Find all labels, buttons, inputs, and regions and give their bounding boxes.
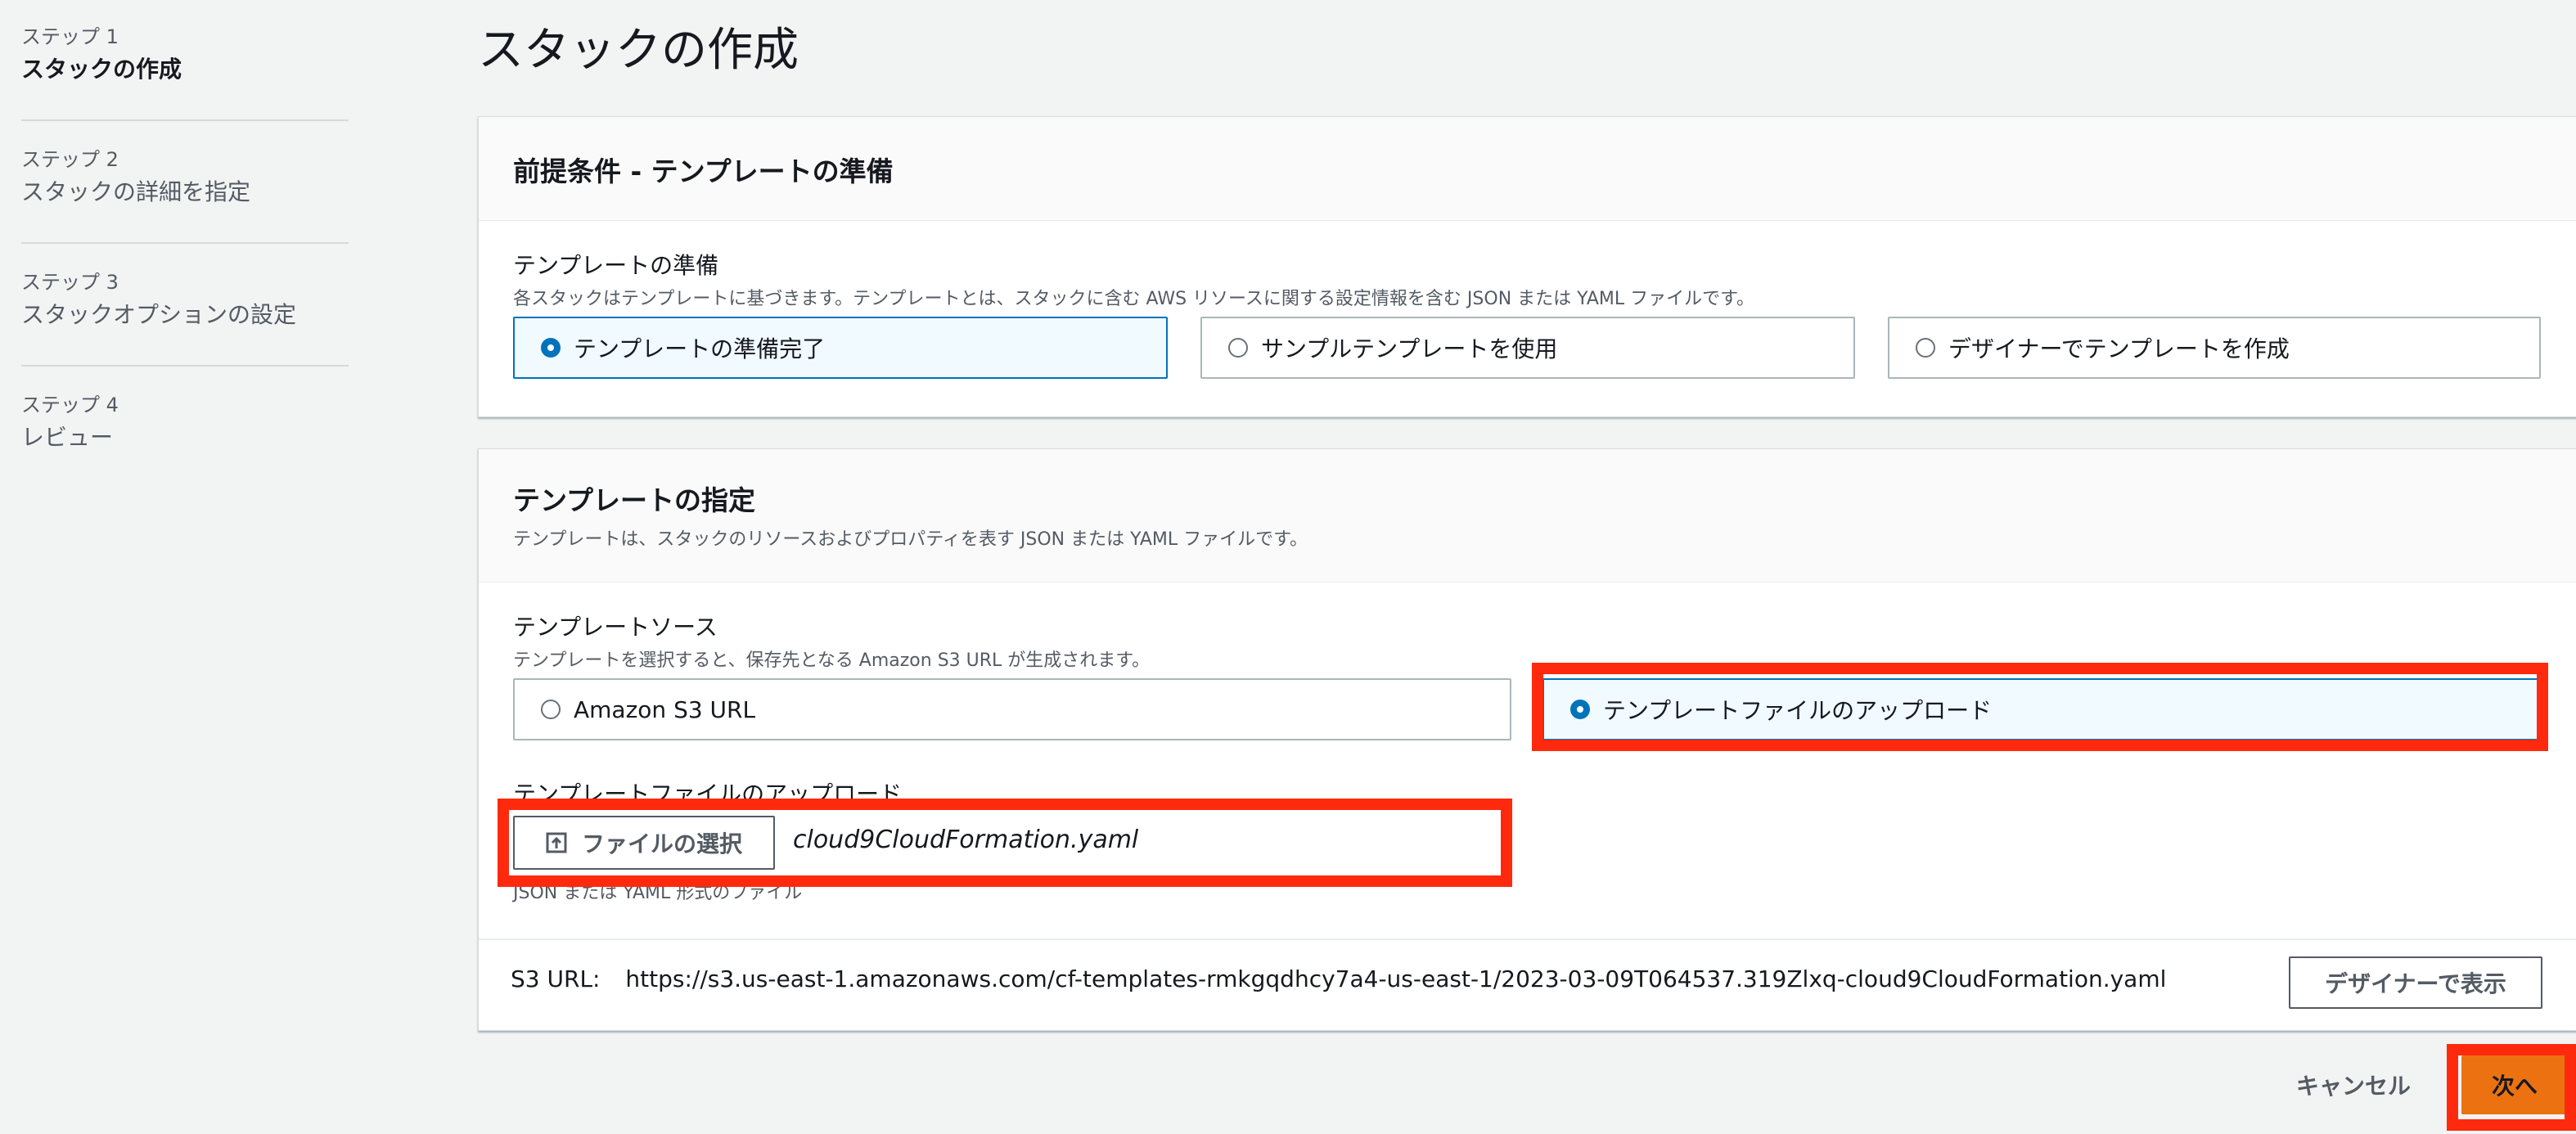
step-divider (21, 365, 349, 367)
step-divider (21, 242, 349, 244)
s3-url-label: S3 URL: (511, 965, 601, 992)
file-format-hint: JSON または YAML 形式のファイル (513, 883, 803, 903)
step-divider (21, 119, 349, 121)
step-number: ステップ 1 (21, 25, 119, 48)
step-label[interactable]: スタックの詳細を指定 (21, 175, 349, 209)
radio-unselected-icon[interactable] (541, 700, 561, 719)
option-create-in-designer[interactable]: デザイナーでテンプレートを作成 (1888, 317, 2541, 379)
template-source-description: テンプレートを選択すると、保存先となる Amazon S3 URL が生成されま… (513, 650, 1151, 671)
s3-url-value: https://s3.us-east-1.amazonaws.com/cf-te… (625, 965, 2167, 992)
next-button[interactable]: 次へ (2461, 1055, 2568, 1114)
prepare-template-label: テンプレートの準備 (513, 252, 719, 279)
option-amazon-s3-url[interactable]: Amazon S3 URL (513, 678, 1511, 740)
choose-file-label: ファイルの選択 (581, 830, 742, 857)
step-2[interactable]: ステップ 2 スタックの詳細を指定 (21, 144, 349, 267)
specify-template-description: テンプレートは、スタックのリソースおよびプロパティを表す JSON または YA… (513, 529, 1308, 550)
radio-unselected-icon[interactable] (1228, 338, 1248, 358)
upload-file-label: テンプレートファイルのアップロード (513, 781, 903, 808)
s3-url-row: S3 URL: https://s3.us-east-1.amazonaws.c… (511, 965, 2166, 992)
option-upload-template-file[interactable]: テンプレートファイルのアップロード (1542, 678, 2541, 740)
radio-selected-icon[interactable] (541, 338, 561, 358)
step-label: スタックの作成 (21, 56, 182, 83)
prepare-template-description: 各スタックはテンプレートに基づきます。テンプレートとは、スタックに含む AWS … (513, 289, 1754, 309)
cancel-button[interactable]: キャンセル (2296, 1069, 2411, 1101)
radio-unselected-icon[interactable] (1916, 338, 1935, 358)
option-label: テンプレートの準備完了 (574, 335, 826, 362)
step-4[interactable]: ステップ 4 レビュー (21, 389, 349, 512)
view-in-designer-button[interactable]: デザイナーで表示 (2289, 956, 2542, 1009)
option-use-sample-template[interactable]: サンプルテンプレートを使用 (1200, 317, 1855, 379)
step-1: ステップ 1 スタックの作成 (21, 21, 349, 144)
option-label: デザイナーでテンプレートを作成 (1948, 335, 2290, 362)
selected-file-name: cloud9CloudFormation.yaml (793, 826, 1139, 854)
prerequisite-panel-header: 前提条件 - テンプレートの準備 (479, 117, 2576, 221)
section-divider (479, 938, 2576, 940)
upload-icon (546, 832, 567, 853)
step-3[interactable]: ステップ 3 スタックオプションの設定 (21, 267, 349, 389)
step-number: ステップ 3 (21, 271, 119, 294)
specify-template-panel: テンプレートの指定 テンプレートは、スタックのリソースおよびプロパティを表す J… (478, 448, 2576, 1031)
page-title: スタックの作成 (478, 24, 799, 77)
prerequisite-panel: 前提条件 - テンプレートの準備 テンプレートの準備 各スタックはテンプレートに… (478, 116, 2576, 417)
specify-template-panel-header: テンプレートの指定 テンプレートは、スタックのリソースおよびプロパティを表す J… (479, 449, 2576, 583)
step-number: ステップ 2 (21, 148, 119, 171)
step-label[interactable]: スタックオプションの設定 (21, 298, 349, 332)
option-label: Amazon S3 URL (574, 695, 756, 723)
template-source-label: テンプレートソース (513, 614, 718, 641)
choose-file-button[interactable]: ファイルの選択 (513, 816, 775, 870)
prerequisite-title: 前提条件 - テンプレートの準備 (513, 155, 894, 187)
option-label: サンプルテンプレートを使用 (1261, 335, 1558, 362)
radio-selected-icon[interactable] (1570, 700, 1590, 719)
specify-template-title: テンプレートの指定 (513, 484, 756, 516)
option-label: テンプレートファイルのアップロード (1603, 697, 1993, 724)
wizard-steps: ステップ 1 スタックの作成 ステップ 2 スタックの詳細を指定 ステップ 3 … (21, 21, 349, 512)
step-label[interactable]: レビュー (21, 421, 349, 455)
step-number: ステップ 4 (21, 394, 119, 416)
option-template-ready[interactable]: テンプレートの準備完了 (513, 317, 1168, 379)
